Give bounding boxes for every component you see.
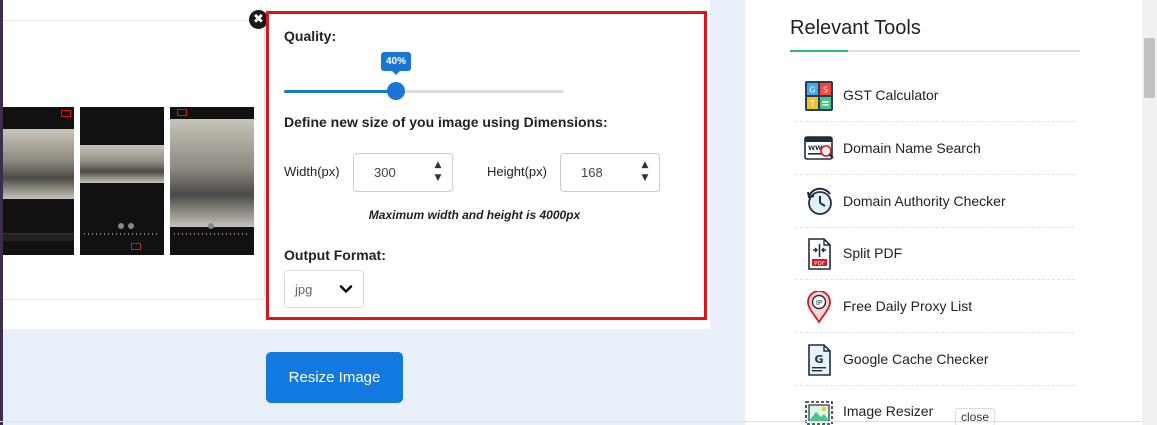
resize-image-button[interactable]: Resize Image — [266, 352, 403, 403]
height-input[interactable]: 168 ▲ ▼ — [560, 153, 660, 192]
google-cache-icon: G — [808, 344, 831, 376]
tool-name: Split PDF — [843, 245, 903, 261]
svg-text:PDF: PDF — [814, 261, 825, 267]
max-dimensions-note: Maximum width and height is 4000px — [368, 208, 581, 222]
relevant-tools-sidebar: Relevant Tools G S T GST Calculator WWW … — [745, 0, 1095, 425]
sidebar-right-margin — [1095, 0, 1142, 425]
height-stepper[interactable]: ▲ ▼ — [639, 159, 651, 186]
bottom-divider — [0, 421, 1142, 422]
svg-text:IP: IP — [816, 299, 822, 307]
output-format-value: jpg — [295, 282, 313, 297]
quality-tooltip: 40% — [380, 52, 412, 75]
width-stepper[interactable]: ▲ ▼ — [432, 159, 444, 186]
preview-thumbnail — [80, 107, 164, 255]
decrement-icon[interactable]: ▼ — [639, 172, 651, 185]
quality-slider-handle[interactable] — [387, 82, 405, 100]
tool-link-domain-authority-checker[interactable]: Domain Authority Checker — [795, 176, 1075, 228]
svg-text:G: G — [814, 353, 823, 366]
increment-icon[interactable]: ▲ — [432, 159, 444, 172]
sidebar-title: Relevant Tools — [790, 17, 921, 39]
decrement-icon[interactable]: ▼ — [432, 172, 444, 185]
domain-authority-icon — [807, 187, 832, 215]
close-button[interactable]: close — [955, 408, 996, 425]
page-gutter — [710, 0, 745, 425]
tool-link-google-cache-checker[interactable]: G Google Cache Checker — [795, 334, 1075, 386]
svg-text:S: S — [823, 86, 828, 95]
preview-thumbnail — [3, 107, 74, 255]
output-format-select[interactable]: jpg — [284, 270, 364, 308]
width-label: Width(px) — [284, 164, 340, 179]
resize-settings-panel: Quality: 40% Define new size of you imag… — [266, 11, 707, 320]
tool-name: Image Resizer — [843, 403, 934, 419]
svg-text:G: G — [809, 86, 815, 95]
domain-search-icon: WWW — [804, 136, 834, 160]
width-input[interactable]: 300 ▲ ▼ — [353, 153, 453, 192]
tool-name: Domain Authority Checker — [843, 193, 1006, 209]
quality-slider-fill — [284, 90, 396, 93]
tool-link-free-daily-proxy-list[interactable]: IP Free Daily Proxy List — [795, 281, 1075, 333]
quality-slider[interactable]: 40% — [284, 52, 564, 100]
title-divider-accent — [790, 50, 848, 52]
height-value: 168 — [581, 165, 603, 180]
tool-name: Google Cache Checker — [843, 351, 989, 367]
width-value: 300 — [374, 165, 396, 180]
scrollbar-thumb[interactable] — [1144, 38, 1155, 98]
height-label: Height(px) — [487, 164, 547, 179]
tool-link-gst-calculator[interactable]: G S T GST Calculator — [795, 70, 1075, 122]
preview-thumbnail — [170, 107, 254, 255]
chevron-down-icon — [339, 285, 353, 293]
gst-calculator-icon: G S T — [805, 81, 833, 111]
increment-icon[interactable]: ▲ — [639, 159, 651, 172]
quality-label: Quality: — [284, 28, 337, 44]
tool-name: Free Daily Proxy List — [843, 298, 973, 314]
tool-link-image-resizer[interactable]: Image Resizer — [795, 386, 1075, 425]
tool-name: GST Calculator — [843, 87, 939, 103]
split-pdf-icon: PDF — [808, 238, 831, 270]
tool-link-domain-name-search[interactable]: WWW Domain Name Search — [795, 123, 1075, 175]
dimensions-label: Define new size of you image using Dimen… — [284, 114, 608, 130]
tool-name: Domain Name Search — [843, 140, 981, 156]
proxy-location-icon: IP — [807, 291, 831, 323]
image-preview-card — [3, 20, 265, 300]
svg-text:T: T — [809, 100, 815, 109]
output-format-label: Output Format: — [284, 247, 386, 263]
tool-link-split-pdf[interactable]: PDF Split PDF — [795, 228, 1075, 280]
